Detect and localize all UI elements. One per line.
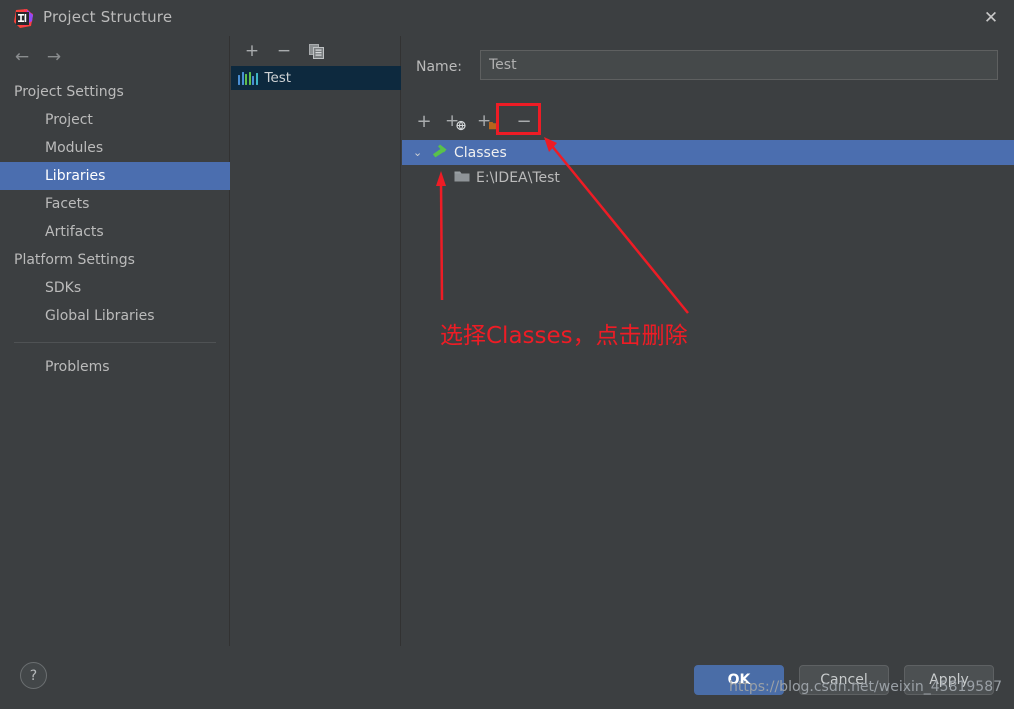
tree-row-label: E:\IDEA\Test [476, 169, 560, 186]
help-button[interactable]: ? [20, 662, 47, 689]
title-bar: Project Structure ✕ [0, 0, 1014, 36]
ok-button[interactable]: OK [694, 665, 784, 695]
sidebar-item-sdks[interactable]: SDKs [0, 274, 230, 302]
libraries-list: Test [231, 66, 401, 90]
window-title: Project Structure [43, 8, 173, 26]
add-from-maven-button[interactable]: + [442, 108, 470, 134]
library-roots-tree: ⌄ Classes E:\IDEA\Test [402, 140, 1014, 190]
name-input[interactable] [480, 50, 998, 80]
nav-group-platform-settings: Platform Settings [14, 252, 135, 268]
libraries-toolbar: + − [231, 36, 401, 66]
sidebar-item-facets[interactable]: Facets [0, 190, 230, 218]
remove-library-button[interactable]: − [271, 39, 297, 63]
name-row: Name: [402, 50, 1014, 84]
sidebar-divider [14, 342, 216, 343]
tree-row[interactable]: E:\IDEA\Test [402, 165, 1014, 190]
library-roots-toolbar: + + + − [402, 104, 1014, 138]
copy-library-button[interactable] [303, 39, 329, 63]
list-item-label: Test [264, 70, 292, 86]
classes-hammer-icon [431, 143, 448, 163]
apply-button[interactable]: Apply [904, 665, 994, 695]
forward-arrow-icon[interactable]: → [41, 46, 67, 68]
name-label: Name: [416, 59, 463, 75]
sidebar-item-project[interactable]: Project [0, 106, 230, 134]
sidebar-item-artifacts[interactable]: Artifacts [0, 218, 230, 246]
navigation-arrows: ← → [0, 44, 230, 72]
library-detail-panel: Name: + + + − ⌄ [402, 36, 1014, 646]
intellij-idea-logo-icon [13, 8, 34, 29]
sidebar: ← → Project Settings Project Modules Lib… [0, 36, 230, 646]
back-arrow-icon[interactable]: ← [9, 46, 35, 68]
list-item[interactable]: Test [231, 66, 401, 90]
close-icon[interactable]: ✕ [968, 0, 1014, 36]
sidebar-item-modules[interactable]: Modules [0, 134, 230, 162]
library-icon [238, 71, 258, 85]
tree-row-label: Classes [454, 144, 507, 161]
project-structure-dialog: Project Structure ✕ ← → Project Settings… [0, 0, 1014, 709]
folder-icon [454, 169, 470, 187]
settings-nav-list: Project Settings Project Modules Librari… [0, 78, 230, 381]
add-library-button[interactable]: + [239, 39, 265, 63]
libraries-list-panel: + − Test [231, 36, 401, 646]
sidebar-item-libraries[interactable]: Libraries [0, 162, 230, 190]
tree-row[interactable]: ⌄ Classes [402, 140, 1014, 165]
cancel-button[interactable]: Cancel [799, 665, 889, 695]
sidebar-item-problems[interactable]: Problems [0, 353, 230, 381]
add-directory-button[interactable]: + [474, 108, 502, 134]
sidebar-item-global-libraries[interactable]: Global Libraries [0, 302, 230, 330]
nav-group-project-settings: Project Settings [14, 84, 124, 100]
svg-text:+: + [445, 111, 459, 131]
chevron-down-icon[interactable]: ⌄ [413, 146, 425, 159]
remove-button[interactable]: − [506, 106, 542, 136]
add-button[interactable]: + [410, 108, 438, 134]
